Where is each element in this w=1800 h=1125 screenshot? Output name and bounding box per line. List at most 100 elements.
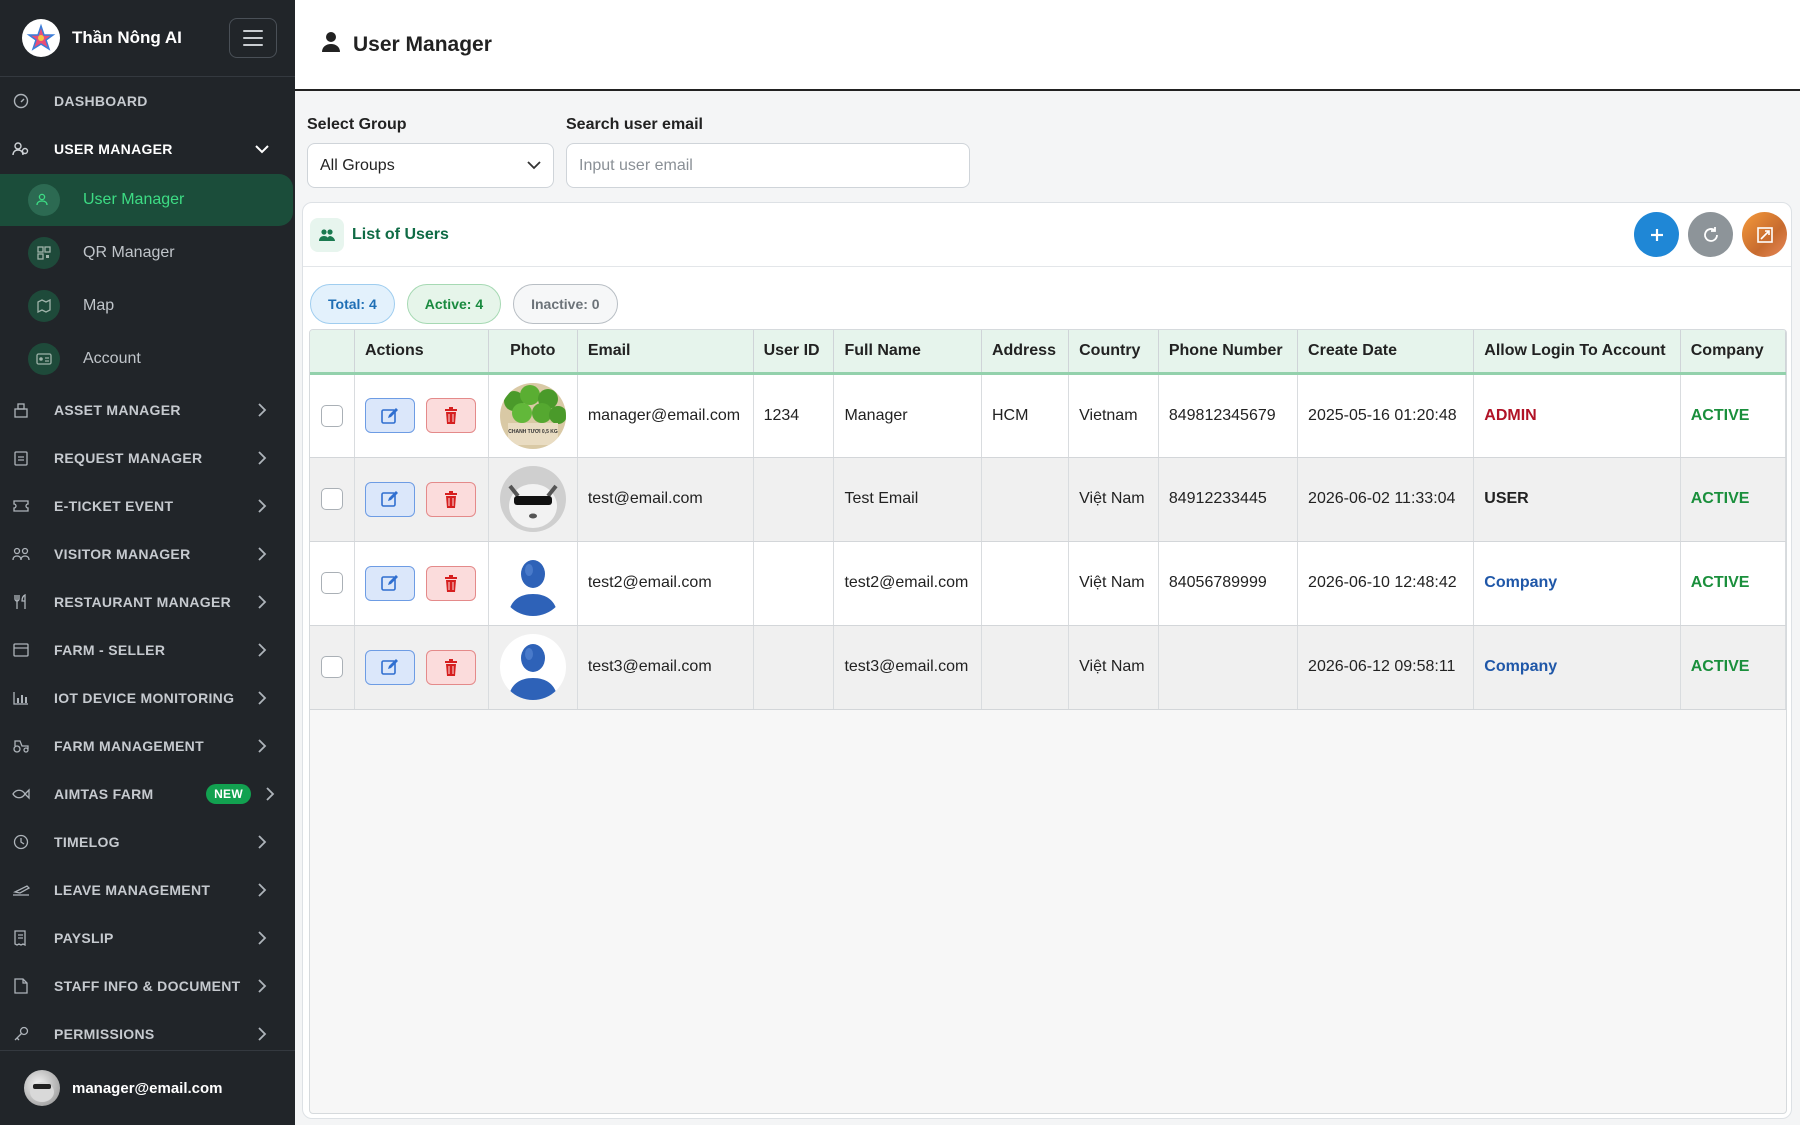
cell-role: ADMIN	[1473, 373, 1681, 458]
ticket-icon	[12, 497, 30, 515]
sidebar-item-label: IOT DEVICE MONITORING	[54, 690, 235, 706]
active-badge[interactable]: Active: 4	[406, 284, 502, 324]
column-header-country[interactable]: Country	[1068, 330, 1159, 375]
cell-phone: 84912233445	[1158, 457, 1299, 542]
row-checkbox[interactable]	[320, 404, 343, 427]
chevron-right-icon	[247, 403, 277, 417]
sidebar-item-asset-manager[interactable]: ASSET MANAGER	[0, 386, 295, 434]
cell-full-name: test3@email.com	[833, 625, 982, 710]
sidebar-user-profile[interactable]: manager@email.com	[0, 1050, 295, 1125]
user-stats: Total: 4 Active: 4 Inactive: 0	[303, 267, 1791, 324]
delete-button[interactable]	[425, 649, 476, 685]
user-photo[interactable]	[499, 466, 566, 532]
edit-button[interactable]	[364, 481, 415, 517]
fullscreen-button[interactable]	[1742, 212, 1787, 257]
sidebar-item-e-ticket-event[interactable]: E-TICKET EVENT	[0, 482, 295, 530]
menu-toggle-button[interactable]	[229, 18, 277, 58]
refresh-button[interactable]	[1688, 212, 1733, 257]
qr-icon	[28, 237, 60, 269]
cell-role: USER	[1473, 457, 1681, 542]
id-card-icon	[28, 343, 60, 375]
sidebar-item-label: FARM - SELLER	[54, 642, 166, 658]
sidebar-item-farm-seller[interactable]: FARM - SELLER	[0, 626, 295, 674]
table-row[interactable]: CHANH TƯƠI 0,5 KG manager@email.com 1234…	[310, 373, 1786, 458]
cell-email: test3@email.com	[577, 625, 754, 710]
cell-country: Vietnam	[1068, 373, 1159, 458]
table-row[interactable]: test2@email.com test2@email.com Việt Nam…	[310, 541, 1786, 626]
avatar	[24, 1070, 60, 1106]
sidebar-item-leave-management[interactable]: LEAVE MANAGEMENT	[0, 866, 295, 914]
page-header: User Manager	[295, 0, 1800, 91]
sidebar-item-timelog[interactable]: TIMELOG	[0, 818, 295, 866]
add-user-button[interactable]	[1634, 212, 1679, 257]
user-photo[interactable]: CHANH TƯƠI 0,5 KG	[499, 382, 566, 449]
delete-button[interactable]	[425, 481, 476, 517]
sidebar: Thần Nông AI DASHBOARD USER MANAGER User…	[0, 0, 295, 1125]
default-avatar[interactable]	[499, 550, 566, 616]
clock-icon	[12, 833, 30, 851]
fish-icon	[12, 785, 30, 803]
sidebar-item-farm-management[interactable]: FARM MANAGEMENT	[0, 722, 295, 770]
column-header-address[interactable]: Address	[981, 330, 1070, 375]
column-header-actions[interactable]: Actions	[354, 330, 489, 375]
table-row[interactable]: test3@email.com test3@email.com Việt Nam…	[310, 625, 1786, 710]
sidebar-subitem-account[interactable]: Account	[0, 333, 295, 385]
plane-icon	[12, 881, 30, 899]
sidebar-item-request-manager[interactable]: REQUEST MANAGER	[0, 434, 295, 482]
sidebar-item-aimtas-farm[interactable]: AIMTAS FARM NEW	[0, 770, 295, 818]
column-header-phone[interactable]: Phone Number	[1158, 330, 1299, 375]
column-header-allow-login[interactable]: Allow Login To Account	[1473, 330, 1681, 375]
delete-button[interactable]	[425, 565, 476, 601]
asset-icon	[12, 401, 30, 419]
sidebar-item-visitor-manager[interactable]: VISITOR MANAGER	[0, 530, 295, 578]
cell-create-date: 2026-06-12 09:58:11	[1297, 625, 1475, 710]
column-header-email[interactable]: Email	[577, 330, 754, 375]
edit-button[interactable]	[364, 565, 415, 601]
sidebar-item-staff-info-document[interactable]: STAFF INFO & DOCUMENT	[0, 962, 295, 1010]
cell-phone: 84056789999	[1158, 541, 1299, 626]
edit-icon	[381, 407, 398, 424]
sidebar-item-dashboard[interactable]: DASHBOARD	[0, 77, 295, 125]
edit-button[interactable]	[364, 398, 415, 433]
inactive-badge[interactable]: Inactive: 0	[513, 284, 618, 324]
chevron-right-icon	[247, 979, 277, 993]
column-header-create-date[interactable]: Create Date	[1297, 330, 1475, 375]
hamburger-icon	[243, 30, 263, 32]
sidebar-item-user-manager[interactable]: USER MANAGER	[0, 125, 295, 173]
sidebar-subitem-user-manager[interactable]: User Manager	[0, 174, 293, 226]
column-header-user-id[interactable]: User ID	[753, 330, 835, 375]
delete-button[interactable]	[425, 398, 476, 433]
chart-icon	[12, 689, 30, 707]
users-table: Actions Photo Email User ID Full Name Ad…	[310, 330, 1786, 710]
search-input[interactable]	[566, 143, 970, 188]
row-checkbox[interactable]	[320, 488, 343, 510]
column-header-company[interactable]: Company	[1680, 330, 1786, 375]
column-header-select[interactable]	[310, 330, 355, 375]
chevron-down-icon	[247, 144, 277, 154]
sidebar-nav: DASHBOARD USER MANAGER User Manager QR M…	[0, 77, 295, 1058]
cell-role: Company	[1473, 541, 1681, 626]
group-select[interactable]: All Groups	[307, 143, 554, 188]
sidebar-subitem-map[interactable]: Map	[0, 280, 295, 332]
cell-user-id	[753, 541, 835, 626]
default-avatar[interactable]	[499, 634, 566, 700]
chevron-right-icon	[247, 451, 277, 465]
column-header-photo[interactable]: Photo	[488, 330, 578, 375]
row-checkbox[interactable]	[320, 572, 343, 594]
cell-phone	[1158, 625, 1299, 710]
edit-icon	[381, 659, 398, 675]
tractor-icon	[12, 737, 30, 755]
sidebar-subitem-qr-manager[interactable]: QR Manager	[0, 227, 295, 279]
chevron-right-icon	[247, 1027, 277, 1041]
sidebar-item-restaurant-manager[interactable]: RESTAURANT MANAGER	[0, 578, 295, 626]
row-checkbox[interactable]	[320, 656, 343, 678]
chevron-right-icon	[247, 835, 277, 849]
sidebar-item-payslip[interactable]: PAYSLIP	[0, 914, 295, 962]
total-badge[interactable]: Total: 4	[310, 284, 395, 324]
column-header-full-name[interactable]: Full Name	[833, 330, 982, 375]
users-table-container[interactable]: Actions Photo Email User ID Full Name Ad…	[309, 329, 1787, 1114]
brand-logo[interactable]	[22, 19, 60, 57]
edit-button[interactable]	[364, 649, 415, 685]
sidebar-item-iot-device-monitoring[interactable]: IOT DEVICE MONITORING	[0, 674, 295, 722]
table-row[interactable]: test@email.com Test Email Việt Nam 84912…	[310, 457, 1786, 542]
